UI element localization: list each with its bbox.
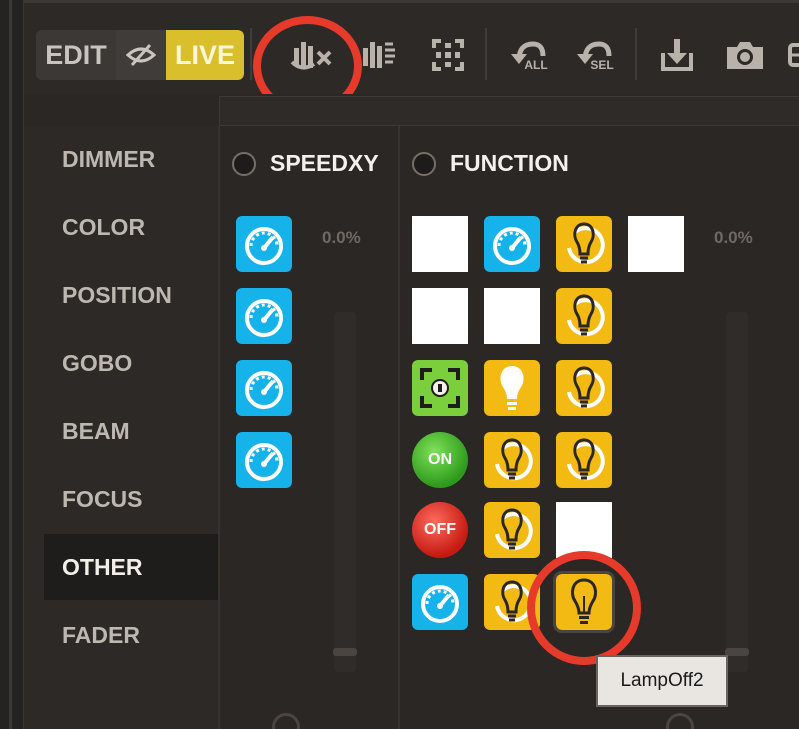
speedxy-percent: 0.0%: [322, 228, 361, 247]
blank-function-tile[interactable]: [556, 502, 612, 558]
lamp-cycle-tile[interactable]: [484, 502, 540, 558]
speed-tile[interactable]: [236, 360, 292, 416]
sidebar-item-focus[interactable]: FOCUS: [44, 466, 218, 532]
speedxy-panel: SPEEDXY 0.0%: [218, 126, 398, 729]
edit-mode-button[interactable]: EDIT: [36, 30, 116, 80]
speed-tile[interactable]: [236, 288, 292, 344]
speedometer-icon: [245, 443, 283, 481]
speedometer-icon: [245, 371, 283, 409]
sidebar-item-position[interactable]: POSITION: [44, 262, 218, 328]
left-edge-panel: [0, 0, 24, 729]
speedxy-slider[interactable]: [334, 312, 356, 672]
function-percent: 0.0%: [714, 228, 753, 247]
lamp-cycle-icon: [567, 366, 605, 409]
speedxy-title: SPEEDXY: [270, 150, 379, 176]
focus-grid-button[interactable]: [426, 30, 470, 80]
lamp-cycle-tile[interactable]: [556, 288, 612, 344]
live-mode-button[interactable]: LIVE: [166, 30, 244, 80]
mode-switch: EDIT LIVE: [36, 30, 244, 80]
undo-selection-label: SEL: [590, 58, 614, 72]
blank-function-tile[interactable]: [412, 216, 468, 272]
blank-function-tile[interactable]: [484, 288, 540, 344]
undo-all-label: ALL: [524, 58, 548, 72]
lamp-cycle-icon: [495, 508, 533, 551]
speed-tile[interactable]: [412, 574, 468, 630]
function-radio[interactable]: [412, 151, 436, 176]
speed-tile[interactable]: [236, 216, 292, 272]
download-button[interactable]: [654, 30, 700, 80]
toolbar: EDIT LIVE ALL SEL: [24, 0, 799, 116]
speedometer-icon: [421, 585, 459, 623]
focus-target-icon: [420, 368, 460, 408]
lamp-cycle-tile[interactable]: [556, 432, 612, 488]
more-button[interactable]: [786, 30, 799, 80]
speedometer-icon: [493, 227, 531, 265]
lamp-cycle-icon: [567, 294, 605, 337]
function-slider[interactable]: [726, 312, 748, 672]
speed-tile[interactable]: [484, 216, 540, 272]
undo-selection-button[interactable]: SEL: [570, 30, 620, 80]
sidebar-item-beam[interactable]: BEAM: [44, 398, 218, 464]
blank-function-tile[interactable]: [412, 288, 468, 344]
lamp-cycle-tile[interactable]: [484, 432, 540, 488]
highlight-ring-lamp: [527, 551, 641, 665]
function-header: FUNCTION: [412, 150, 569, 177]
more-icon: [788, 43, 799, 67]
speedxy-header: SPEEDXY: [232, 150, 379, 177]
sidebar-item-color[interactable]: COLOR: [44, 194, 218, 260]
focus-target-tile[interactable]: [412, 360, 468, 416]
lamp-cycle-tile[interactable]: [556, 216, 612, 272]
speedxy-radio[interactable]: [232, 151, 256, 176]
camera-button[interactable]: [722, 30, 768, 80]
lamp-cycle-icon: [567, 222, 605, 265]
sound-wave-icon: [363, 42, 395, 68]
off-button[interactable]: OFF: [412, 502, 468, 558]
on-button[interactable]: ON: [412, 432, 468, 488]
focus-grid-icon: [432, 39, 464, 71]
function-slider-handle[interactable]: [725, 648, 749, 656]
lamp-on-tile[interactable]: [484, 360, 540, 416]
camera-icon: [727, 42, 763, 69]
blank-function-tile[interactable]: [628, 216, 684, 272]
lamp-cycle-icon: [567, 438, 605, 481]
undo-all-button[interactable]: ALL: [504, 30, 554, 80]
sidebar-item-fader[interactable]: FADER: [44, 602, 218, 668]
download-icon: [661, 39, 693, 71]
speedxy-slider-handle[interactable]: [333, 648, 357, 656]
function-dial[interactable]: [666, 713, 694, 729]
subheader-bar: [24, 94, 799, 126]
lamp-cycle-icon: [495, 438, 533, 481]
sidebar-item-dimmer[interactable]: DIMMER: [44, 126, 218, 192]
hide-mode-button[interactable]: [116, 30, 166, 80]
speed-tile[interactable]: [236, 432, 292, 488]
function-title: FUNCTION: [450, 150, 569, 176]
app-window: EDIT LIVE ALL SEL DIMMER COLOR POSITION …: [0, 0, 799, 729]
hide-icon: [126, 43, 156, 67]
lamp-cycle-tile[interactable]: [556, 360, 612, 416]
lightbulb-icon: [500, 366, 524, 410]
speedometer-icon: [245, 299, 283, 337]
sound-wave-button[interactable]: [356, 30, 402, 80]
category-sidebar: DIMMER COLOR POSITION GOBO BEAM FOCUS OT…: [24, 126, 218, 729]
sidebar-item-other[interactable]: OTHER: [44, 534, 218, 600]
tooltip: LampOff2: [596, 655, 728, 707]
speedxy-dial[interactable]: [272, 713, 300, 729]
speedometer-icon: [245, 227, 283, 265]
sidebar-item-gobo[interactable]: GOBO: [44, 330, 218, 396]
